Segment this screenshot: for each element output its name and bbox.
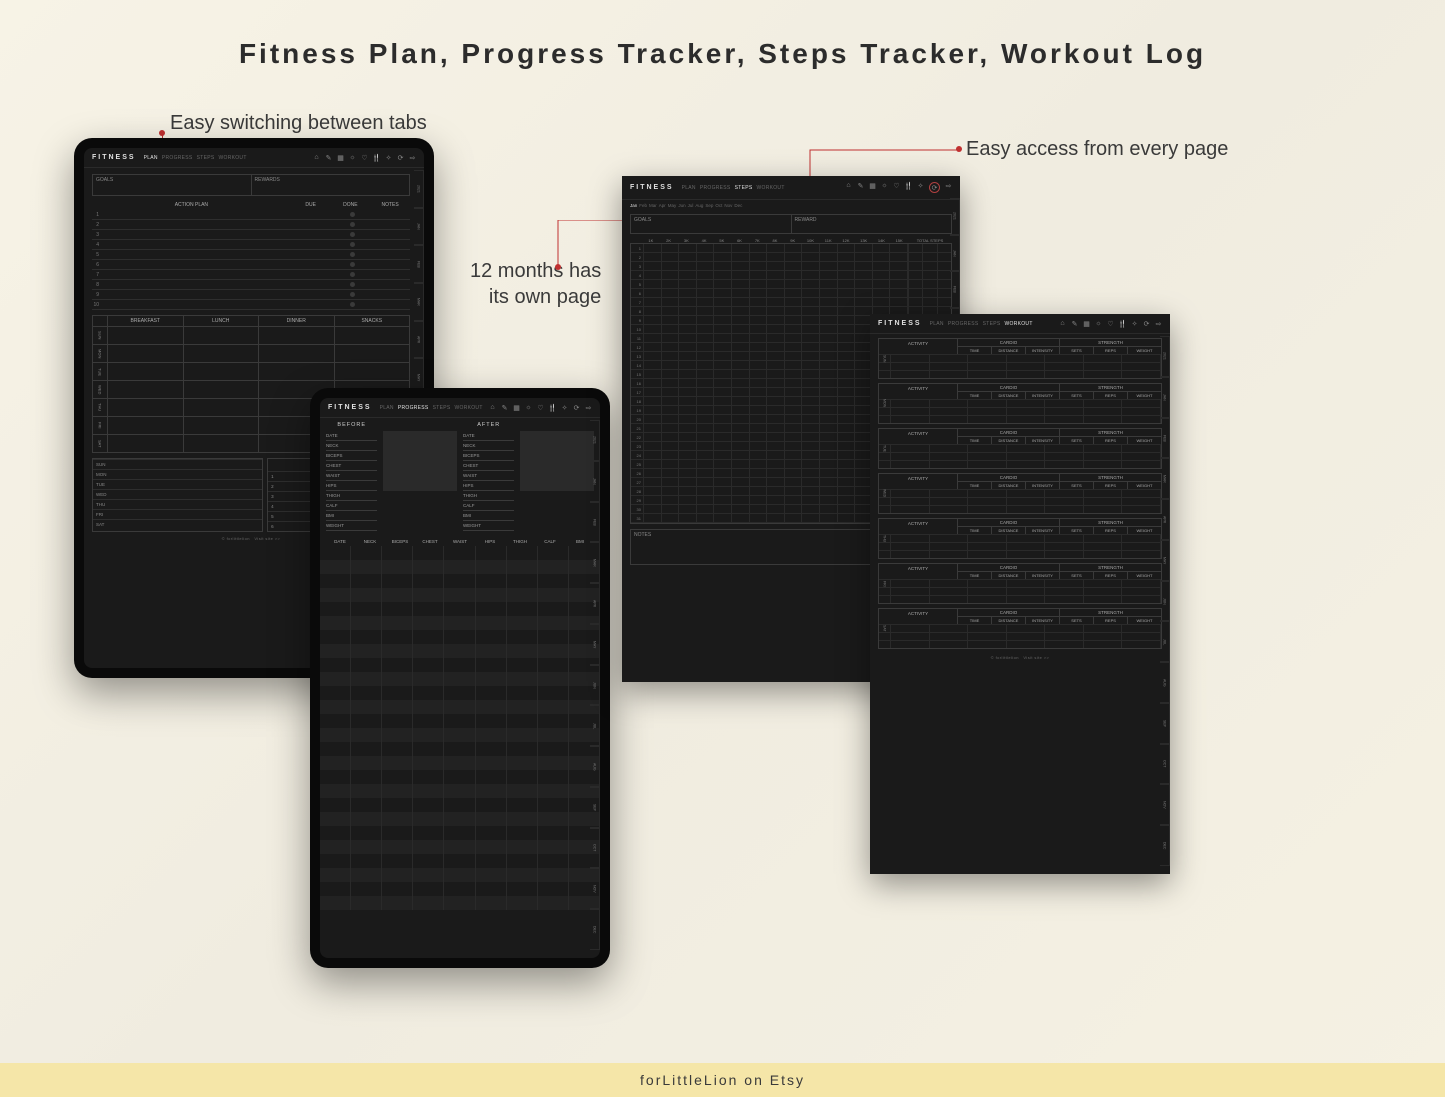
connector-dot <box>159 130 165 136</box>
tab-plan[interactable]: PLAN <box>682 185 696 191</box>
tab-workout[interactable]: WORKOUT <box>454 405 482 411</box>
month-tab[interactable]: Mar <box>649 203 657 208</box>
toolbar-icon[interactable]: ⇨ <box>585 404 592 411</box>
tab-steps[interactable]: STEPS <box>197 155 215 161</box>
action-plan-label: ACTION PLAN <box>92 202 291 208</box>
toolbar-icon[interactable]: 🍴 <box>373 154 380 161</box>
month-tab[interactable]: Aug <box>695 203 703 208</box>
toolbar-icon[interactable]: 🍴 <box>905 182 912 189</box>
toolbar-icon[interactable]: 🍴 <box>1119 320 1126 327</box>
toolbar-icon[interactable]: ✧ <box>385 154 392 161</box>
after-image <box>520 431 594 491</box>
month-tab[interactable]: May <box>668 203 677 208</box>
before-label: BEFORE <box>326 422 377 428</box>
toolbar-icon[interactable]: ✧ <box>917 182 924 189</box>
tab-plan[interactable]: PLAN <box>380 405 394 411</box>
toolbar-icon[interactable]: ✎ <box>857 182 864 189</box>
toolbar-icon[interactable]: ✧ <box>1131 320 1138 327</box>
toolbar-icon[interactable]: ▦ <box>1083 320 1090 327</box>
tab-workout[interactable]: WORKOUT <box>218 155 246 161</box>
device-workout: FITNESS PLAN PROGRESS STEPS WORKOUT ⌂✎▦☼… <box>870 314 1170 874</box>
toolbar-icon[interactable]: ⟳ <box>1143 320 1150 327</box>
toolbar-icon[interactable]: ☼ <box>1095 320 1102 327</box>
toolbar-icon[interactable]: ✎ <box>501 404 508 411</box>
after-label: AFTER <box>463 422 514 428</box>
toolbar-icon[interactable]: ⇨ <box>945 182 952 189</box>
toolbar-icon[interactable]: ⟳ <box>929 182 940 193</box>
tab-steps[interactable]: STEPS <box>433 405 451 411</box>
toolbar-icon[interactable]: ▦ <box>513 404 520 411</box>
toolbar-icon[interactable]: ♡ <box>893 182 900 189</box>
month-tab[interactable]: Nov <box>724 203 732 208</box>
tab-progress[interactable]: PROGRESS <box>948 321 979 327</box>
toolbar-icon[interactable]: ⇨ <box>1155 320 1162 327</box>
connector-dot <box>555 264 561 270</box>
tab-workout[interactable]: WORKOUT <box>756 185 784 191</box>
toolbar-icon[interactable]: ☼ <box>525 404 532 411</box>
before-image <box>383 431 457 491</box>
month-tab[interactable]: Feb <box>639 203 647 208</box>
visit-link[interactable]: Visit site >> <box>1023 655 1049 660</box>
rewards-label: REWARDS <box>252 175 410 185</box>
toolbar-icon[interactable]: ⌂ <box>845 182 852 189</box>
month-tab[interactable]: Sep <box>705 203 713 208</box>
reward-label: REWARD <box>791 214 953 234</box>
tab-progress[interactable]: PROGRESS <box>700 185 731 191</box>
main-title: Fitness Plan, Progress Tracker, Steps Tr… <box>0 38 1445 70</box>
toolbar-icon[interactable]: 🍴 <box>549 404 556 411</box>
goals-label: GOALS <box>93 175 251 185</box>
toolbar-icon[interactable]: ⟳ <box>573 404 580 411</box>
toolbar-icon[interactable]: ⌂ <box>313 154 320 161</box>
tab-workout[interactable]: WORKOUT <box>1004 321 1032 327</box>
toolbar-icon[interactable]: ☼ <box>881 182 888 189</box>
device-progress: FITNESS PLAN PROGRESS STEPS WORKOUT ⌂✎▦☼… <box>310 388 610 968</box>
tab-steps[interactable]: STEPS <box>983 321 1001 327</box>
toolbar-icon[interactable]: ⌂ <box>1059 320 1066 327</box>
month-tab[interactable]: Jul <box>688 203 694 208</box>
toolbar-icon[interactable]: ⇨ <box>409 154 416 161</box>
toolbar-icon[interactable]: ♡ <box>1107 320 1114 327</box>
tab-steps[interactable]: STEPS <box>735 185 753 191</box>
toolbar-icon[interactable]: ✎ <box>325 154 332 161</box>
tab-progress[interactable]: PROGRESS <box>162 155 193 161</box>
month-tab[interactable]: Jan <box>630 203 637 208</box>
toolbar-icon[interactable]: ⌂ <box>489 404 496 411</box>
toolbar-icon[interactable]: ♡ <box>361 154 368 161</box>
annotation-access: Easy access from every page <box>966 138 1228 161</box>
month-tab[interactable]: Dec <box>734 203 742 208</box>
toolbar-icon[interactable]: ✧ <box>561 404 568 411</box>
toolbar-icon[interactable]: ☼ <box>349 154 356 161</box>
connector-dot <box>956 146 962 152</box>
brand: FITNESS <box>92 154 136 161</box>
footer: forLittleLion on Etsy <box>0 1063 1445 1097</box>
tab-plan[interactable]: PLAN <box>144 155 158 161</box>
toolbar-icon[interactable]: ⟳ <box>397 154 404 161</box>
toolbar-icon[interactable]: ▦ <box>869 182 876 189</box>
toolbar-icon[interactable]: ▦ <box>337 154 344 161</box>
tab-progress[interactable]: PROGRESS <box>398 405 429 411</box>
tab-plan[interactable]: PLAN <box>930 321 944 327</box>
toolbar-icon[interactable]: ♡ <box>537 404 544 411</box>
toolbar-icon[interactable]: ✎ <box>1071 320 1078 327</box>
annotation-tabs: Easy switching between tabs <box>170 112 427 135</box>
goals-label: GOALS <box>630 214 791 234</box>
month-tab[interactable]: Oct <box>715 203 722 208</box>
visit-link[interactable]: Visit site >> <box>254 536 280 541</box>
month-tab[interactable]: Apr <box>659 203 666 208</box>
annotation-months: 12 months hasits own page <box>470 258 601 310</box>
month-tab[interactable]: Jun <box>678 203 685 208</box>
